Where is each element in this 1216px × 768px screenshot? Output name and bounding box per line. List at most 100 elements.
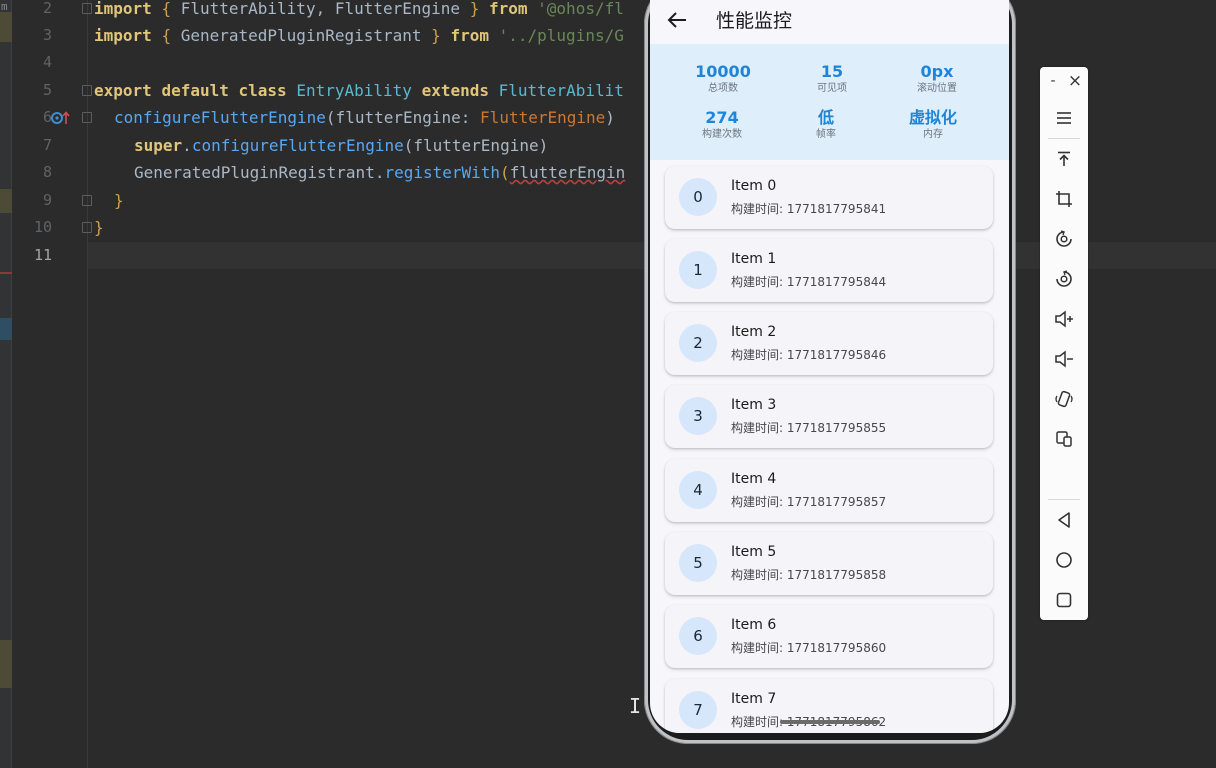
item-build-time: 构建时间: 1771817795841 [731, 202, 887, 216]
toolbar-divider [1048, 499, 1080, 500]
item-build-time: 构建时间: 1771817795844 [731, 275, 887, 289]
recents-nav-icon[interactable] [1052, 588, 1076, 612]
scroll-thumb[interactable] [0, 318, 12, 340]
line-number: 11 [33, 246, 52, 264]
page-title: 性能监控 [716, 10, 793, 32]
app-bar: 性能监控 [650, 0, 1009, 44]
line-number: 3 [42, 26, 52, 44]
stat-memory: 虚拟化 内存 [878, 108, 988, 142]
list-item[interactable]: 4 Item 4 构建时间: 1771817795857 [665, 459, 993, 522]
line-number: 9 [42, 191, 52, 209]
line-number: 6 [42, 108, 52, 126]
item-build-time: 构建时间: 1771817795860 [731, 641, 887, 655]
change-marker [0, 12, 12, 42]
stats-panel: 10000 总项数 15 可见项 0px 滚动位置 274 构建次数 低 帧率 … [650, 44, 1009, 160]
item-title: Item 1 [731, 251, 777, 267]
stat-frame-rate: 低 帧率 [771, 108, 881, 142]
list-item[interactable]: 5 Item 5 构建时间: 1771817795858 [665, 532, 993, 595]
code-editor[interactable]: m 2 3 4 5 6 7 8 9 10 11 import {Flutter… [0, 0, 1216, 768]
multi-device-icon[interactable] [1052, 427, 1076, 451]
text-cursor-icon: I [629, 694, 642, 718]
item-build-time: 构建时间: 1771817795858 [731, 568, 887, 582]
toolbar-divider [1048, 138, 1080, 139]
stat-value: 274 [705, 108, 739, 127]
volume-down-icon[interactable] [1052, 347, 1076, 371]
arrow-left-icon [667, 12, 686, 28]
item-title: Item 4 [731, 471, 777, 487]
fold-marker-icon[interactable] [82, 195, 92, 206]
item-index-avatar: 6 [679, 617, 717, 655]
stat-build-count: 274 构建次数 [667, 108, 777, 142]
item-title: Item 7 [731, 691, 777, 707]
item-title: Item 6 [731, 617, 777, 633]
home-indicator[interactable] [780, 720, 880, 724]
item-title: Item 5 [731, 544, 777, 560]
change-marker [0, 640, 12, 688]
code-line-9: } [114, 191, 124, 210]
fold-marker-icon[interactable] [82, 85, 92, 96]
menu-icon[interactable] [1052, 106, 1076, 130]
item-title: Item 2 [731, 324, 777, 340]
code-line-8: GeneratedPluginRegistrant.registerWith(f… [134, 163, 626, 182]
code-line-10: } [94, 218, 104, 237]
line-number: 2 [42, 0, 52, 17]
list-item[interactable]: 6 Item 6 构建时间: 1771817795860 [665, 605, 993, 668]
code-line-2: import { FlutterAbility, FlutterEngine }… [94, 0, 624, 18]
stat-total-items: 10000 总项数 [668, 62, 778, 96]
stat-label: 总项数 [708, 83, 738, 94]
stat-visible-items: 15 可见项 [777, 62, 887, 96]
stat-label: 帧率 [816, 129, 836, 140]
close-button[interactable]: × [1067, 71, 1083, 91]
item-index-avatar: 1 [679, 251, 717, 289]
list-item[interactable]: 0 Item 0 构建时间: 1771817795841 [665, 166, 993, 229]
item-build-time: 构建时间: 1771817795846 [731, 348, 887, 362]
minimize-button[interactable]: - [1045, 73, 1061, 89]
line-number: 10 [33, 218, 52, 236]
back-button[interactable] [664, 8, 692, 32]
pin-to-top-icon[interactable] [1052, 147, 1076, 171]
phone-screen[interactable]: 性能监控 10000 总项数 15 可见项 0px 滚动位置 274 构建次数 … [650, 0, 1009, 733]
editor-gutter: 2 3 4 5 6 7 8 9 10 11 [12, 0, 92, 768]
code-line-5: export default class EntryAbility extend… [94, 81, 624, 100]
back-nav-icon[interactable] [1052, 508, 1076, 532]
item-list[interactable]: 0 Item 0 构建时间: 1771817795841 1 Item 1 构建… [650, 160, 1009, 733]
fold-marker-icon[interactable] [82, 3, 92, 14]
rotate-left-icon[interactable] [1052, 227, 1076, 251]
code-line-7: super.configureFlutterEngine(flutterEngi… [134, 136, 549, 155]
rotate-right-icon[interactable] [1052, 267, 1076, 291]
editor-left-strip: m [0, 0, 12, 768]
stat-value: 虚拟化 [908, 108, 957, 127]
item-index-avatar: 7 [679, 691, 717, 729]
emulator-toolbar: - × [1040, 67, 1088, 620]
item-title: Item 0 [731, 178, 777, 194]
volume-up-icon[interactable] [1052, 307, 1076, 331]
fold-marker-icon[interactable] [82, 222, 92, 233]
list-item[interactable]: 3 Item 3 构建时间: 1771817795855 [665, 385, 993, 448]
stat-label: 内存 [923, 129, 943, 140]
list-item[interactable]: 1 Item 1 构建时间: 1771817795844 [665, 239, 993, 302]
stat-value: 0px [920, 62, 954, 81]
stat-label: 构建次数 [702, 129, 742, 140]
override-method-icon[interactable] [50, 110, 80, 126]
item-index-avatar: 0 [679, 178, 717, 216]
list-item[interactable]: 7 Item 7 构建时间: 1771817795862 [665, 679, 993, 733]
line-number: 8 [42, 163, 52, 181]
stat-scroll-position: 0px 滚动位置 [882, 62, 992, 96]
item-build-time: 构建时间: 1771817795855 [731, 421, 887, 435]
item-index-avatar: 5 [679, 544, 717, 582]
list-item[interactable]: 2 Item 2 构建时间: 1771817795846 [665, 312, 993, 375]
error-marker [0, 272, 12, 274]
change-marker [0, 189, 12, 213]
line-number: 5 [42, 81, 52, 99]
stat-label: 滚动位置 [917, 83, 957, 94]
home-nav-icon[interactable] [1052, 548, 1076, 572]
item-index-avatar: 2 [679, 324, 717, 362]
screenshot-crop-icon[interactable] [1052, 187, 1076, 211]
stat-value: 低 [817, 108, 834, 127]
item-index-avatar: 4 [679, 471, 717, 509]
fold-marker-icon[interactable] [82, 112, 92, 123]
stat-value: 10000 [695, 62, 751, 81]
line-number: 7 [42, 136, 52, 154]
code-area[interactable]: import { FlutterAbility, FlutterEngine }… [94, 0, 654, 768]
shake-icon[interactable] [1052, 387, 1076, 411]
